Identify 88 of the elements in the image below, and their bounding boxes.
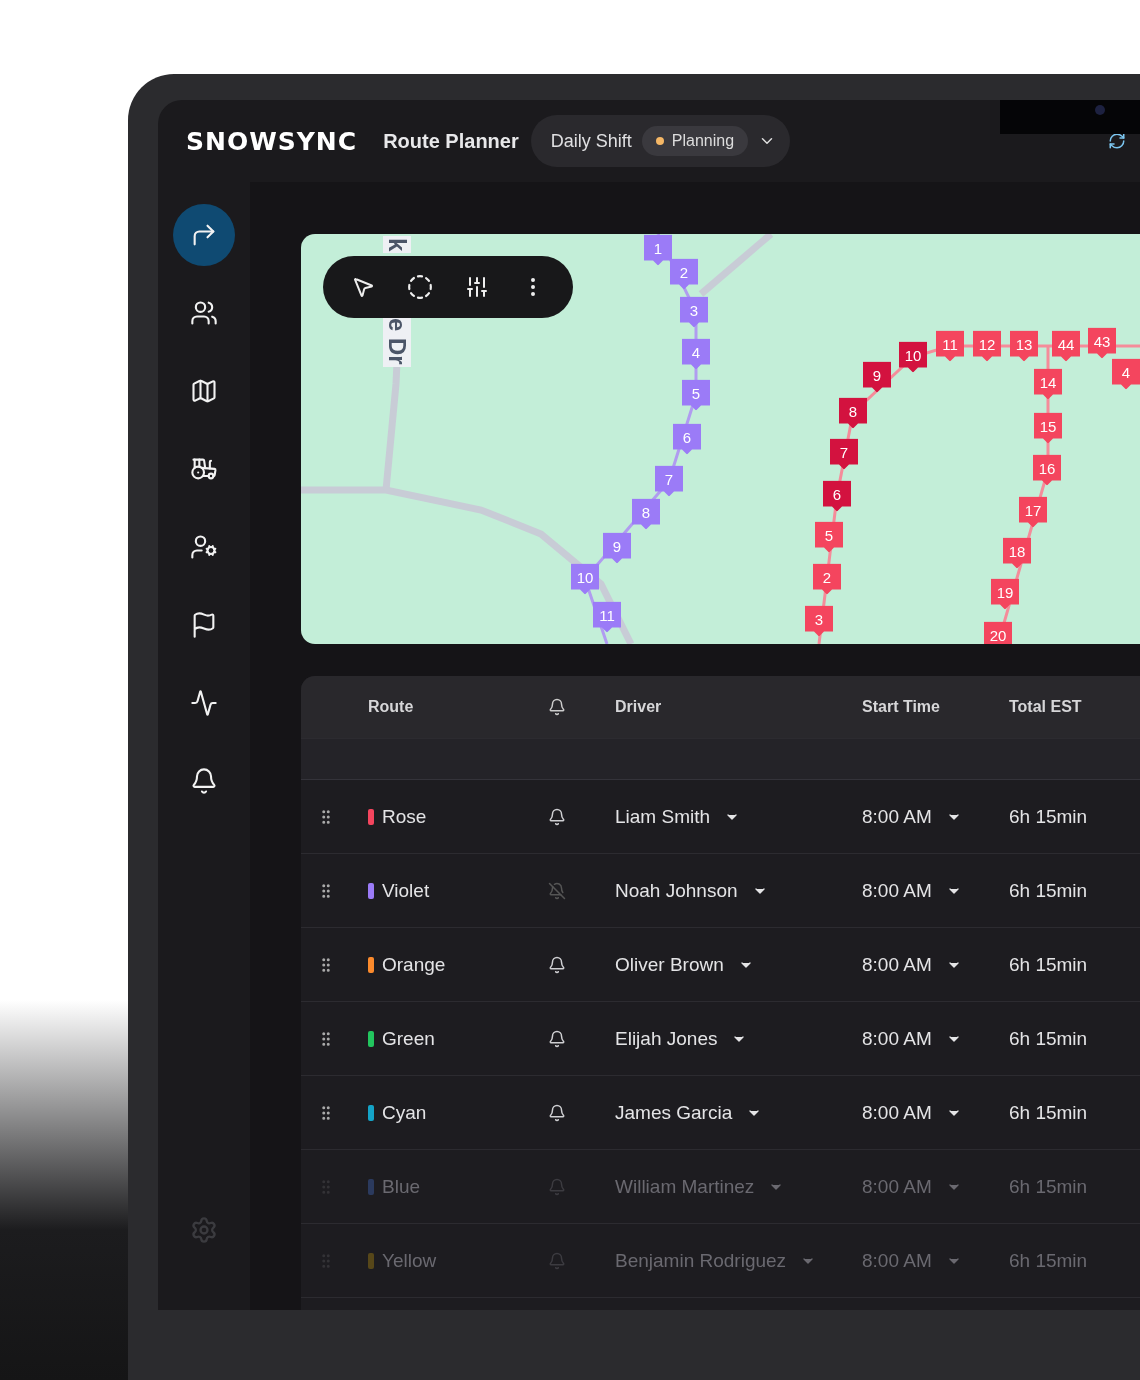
stop-marker[interactable]: 4 <box>1112 358 1140 390</box>
stop-marker[interactable]: 8 <box>839 397 867 429</box>
status-dot <box>655 137 664 145</box>
street-label: e Dr <box>383 316 411 367</box>
stop-marker[interactable]: 12 <box>973 330 1001 362</box>
column-header: Route <box>368 698 415 716</box>
stop-marker[interactable]: 18 <box>1003 537 1031 569</box>
start-time-dropdown[interactable]: 8:00 AM <box>862 1027 1009 1050</box>
stop-marker[interactable]: 1 <box>644 234 672 266</box>
driver-dropdown[interactable]: Noah Johnson <box>615 879 768 902</box>
stop-marker[interactable]: 7 <box>830 438 858 470</box>
route-name: Cyan <box>368 1101 548 1124</box>
stop-marker[interactable]: 14 <box>1034 368 1062 400</box>
status-badge: Planning <box>641 126 749 156</box>
pointer-icon[interactable] <box>351 275 375 299</box>
stop-marker[interactable]: 2 <box>813 563 841 595</box>
driver-dropdown[interactable]: Liam Smith <box>615 805 741 828</box>
logo: SNOWSYNC <box>186 126 358 156</box>
lasso-select-icon[interactable] <box>407 274 433 300</box>
stop-marker[interactable]: 43 <box>1088 327 1116 359</box>
stop-marker[interactable]: 3 <box>805 605 833 637</box>
driver-dropdown[interactable]: Benjamin Rodriguez <box>615 1249 817 1272</box>
stop-marker[interactable]: 5 <box>815 521 843 553</box>
shift-label: Daily Shift <box>550 130 632 152</box>
stop-marker[interactable]: 20 <box>984 621 1012 644</box>
stop-marker[interactable]: 10 <box>571 563 599 595</box>
total-estimate: 6h 15min <box>1009 1175 1089 1198</box>
stop-marker[interactable]: 4 <box>682 338 710 370</box>
stop-marker[interactable]: 44 <box>1052 330 1080 362</box>
stop-marker[interactable]: 6 <box>823 480 851 512</box>
route-name: Violet <box>368 879 548 902</box>
route-name: Green <box>368 1027 548 1050</box>
stop-marker[interactable]: 9 <box>863 361 891 393</box>
user-gear-icon <box>190 533 218 561</box>
bell-icon[interactable] <box>548 1029 566 1048</box>
start-time-dropdown[interactable]: 8:00 AM <box>862 1175 1009 1198</box>
column-header: Total EST <box>1009 698 1083 716</box>
map-icon <box>190 377 218 405</box>
start-time-dropdown[interactable]: 8:00 AM <box>862 1101 1009 1124</box>
total-estimate: 6h 15min <box>1009 1101 1089 1124</box>
bell-icon <box>190 767 218 795</box>
stop-marker[interactable]: 8 <box>632 498 660 530</box>
chart-icon <box>190 689 218 717</box>
total-estimate: 6h 15min <box>1009 953 1089 976</box>
camera-icon <box>1095 105 1105 115</box>
route-name: Yellow <box>368 1249 548 1272</box>
route-name: Rose <box>368 805 548 828</box>
driver-dropdown[interactable]: Oliver Brown <box>615 953 754 976</box>
stop-marker[interactable]: 10 <box>899 341 927 373</box>
total-estimate: 6h 15min <box>1009 879 1089 902</box>
driver-dropdown[interactable]: Elijah Jones <box>615 1027 748 1050</box>
start-time-dropdown[interactable]: 8:00 AM <box>862 953 1009 976</box>
stop-marker[interactable]: 7 <box>655 465 683 497</box>
stop-marker[interactable]: 3 <box>680 296 708 328</box>
stop-marker[interactable]: 6 <box>673 423 701 455</box>
driver-dropdown[interactable]: William Martinez <box>615 1175 785 1198</box>
stop-marker[interactable]: 15 <box>1034 412 1062 444</box>
stop-marker[interactable]: 9 <box>603 532 631 564</box>
start-time-dropdown[interactable]: 8:00 AM <box>862 1249 1009 1272</box>
shift-selector[interactable]: Daily Shift Planning <box>530 115 791 167</box>
refresh-icon[interactable] <box>1108 132 1126 150</box>
total-estimate: 6h 15min <box>1009 1027 1089 1050</box>
stop-marker[interactable]: 13 <box>1010 330 1038 362</box>
column-header: Driver <box>615 698 662 716</box>
bell-icon <box>548 698 566 716</box>
stop-marker[interactable]: 17 <box>1019 496 1047 528</box>
users-icon <box>190 299 218 327</box>
route-name: Blue <box>368 1175 548 1198</box>
stop-marker[interactable]: 5 <box>682 379 710 411</box>
bell-icon[interactable] <box>548 1103 566 1122</box>
start-time-dropdown[interactable]: 8:00 AM <box>862 879 1009 902</box>
street-label: k <box>383 236 411 254</box>
stop-marker[interactable]: 2 <box>670 258 698 290</box>
route-name: Orange <box>368 953 548 976</box>
driver-dropdown[interactable]: James Garcia <box>615 1101 763 1124</box>
map[interactable]: k e Dr 1 2 3 4 5 6 7 8 9 10 11 10 9 8 7 6 5 2 3 11 12 13 44 43 4 14 15 16 17 18 19 20 <box>301 234 1140 644</box>
total-estimate: 6h 15min <box>1009 805 1089 828</box>
page-title: Route Planner <box>383 129 519 153</box>
bell-icon[interactable] <box>548 955 566 974</box>
start-time-dropdown[interactable]: 8:00 AM <box>862 805 1009 828</box>
stop-marker[interactable]: 19 <box>991 578 1019 610</box>
stop-marker[interactable]: 11 <box>593 601 621 633</box>
stop-marker[interactable]: 16 <box>1033 454 1061 486</box>
sliders-icon[interactable] <box>465 275 489 299</box>
bell-icon[interactable] <box>548 807 566 826</box>
column-header: Start Time <box>862 698 941 716</box>
total-estimate: 6h 15min <box>1009 1249 1089 1272</box>
stop-marker[interactable]: 11 <box>936 330 964 362</box>
